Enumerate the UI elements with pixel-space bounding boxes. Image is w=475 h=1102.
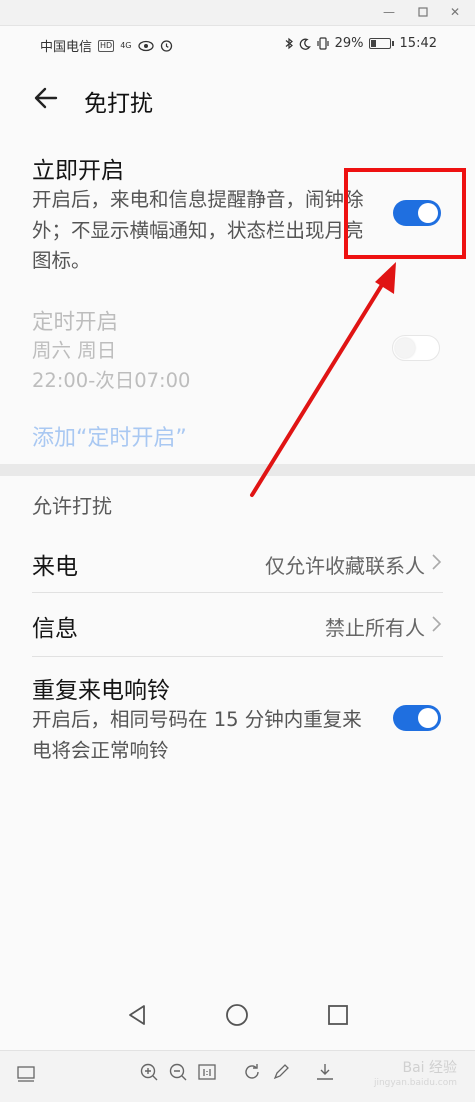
zoom-out-icon[interactable] bbox=[167, 1061, 189, 1083]
viewer-toolbar: Bai 经验 jingyan.baidu.com bbox=[0, 1050, 475, 1102]
download-icon[interactable] bbox=[314, 1061, 336, 1083]
nav-home-icon[interactable] bbox=[225, 1003, 249, 1027]
zoom-in-icon[interactable] bbox=[138, 1061, 160, 1083]
nav-back-icon[interactable] bbox=[125, 1003, 149, 1027]
watermark-logo: Bai 经验 bbox=[402, 1060, 457, 1076]
navigation-bar bbox=[0, 995, 475, 1035]
thumbnail-icon[interactable] bbox=[15, 1063, 37, 1085]
actual-size-icon[interactable] bbox=[196, 1061, 218, 1083]
annotation-arrow bbox=[250, 262, 396, 497]
edit-icon[interactable] bbox=[270, 1061, 292, 1083]
rotate-icon[interactable] bbox=[241, 1061, 263, 1083]
watermark-url: jingyan.baidu.com bbox=[373, 1078, 457, 1088]
nav-recents-icon[interactable] bbox=[327, 1004, 349, 1026]
